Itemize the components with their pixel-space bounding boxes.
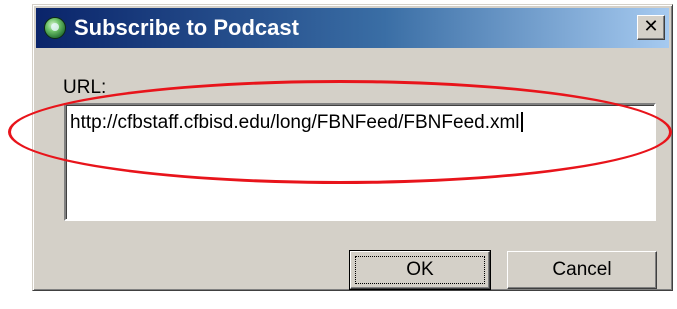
close-button[interactable]: ✕	[637, 15, 665, 40]
cancel-button[interactable]: Cancel	[507, 251, 657, 289]
subscribe-dialog: Subscribe to Podcast ✕ URL: http://cfbst…	[32, 4, 673, 291]
url-input[interactable]: http://cfbstaff.cfbisd.edu/long/FBNFeed/…	[64, 103, 656, 221]
ok-button[interactable]: OK	[349, 250, 491, 290]
dialog-title: Subscribe to Podcast	[74, 15, 299, 40]
text-caret	[520, 112, 523, 132]
ok-button-focus-ring	[355, 256, 485, 284]
url-text: http://cfbstaff.cfbisd.edu/long/FBNFeed/…	[70, 112, 520, 133]
podcast-globe-icon	[44, 17, 66, 39]
cancel-button-label: Cancel	[552, 259, 612, 280]
close-icon: ✕	[643, 16, 659, 37]
url-input-value: http://cfbstaff.cfbisd.edu/long/FBNFeed/…	[70, 112, 523, 134]
url-label: URL:	[63, 77, 107, 98]
dialog-titlebar[interactable]: Subscribe to Podcast ✕	[36, 8, 669, 48]
